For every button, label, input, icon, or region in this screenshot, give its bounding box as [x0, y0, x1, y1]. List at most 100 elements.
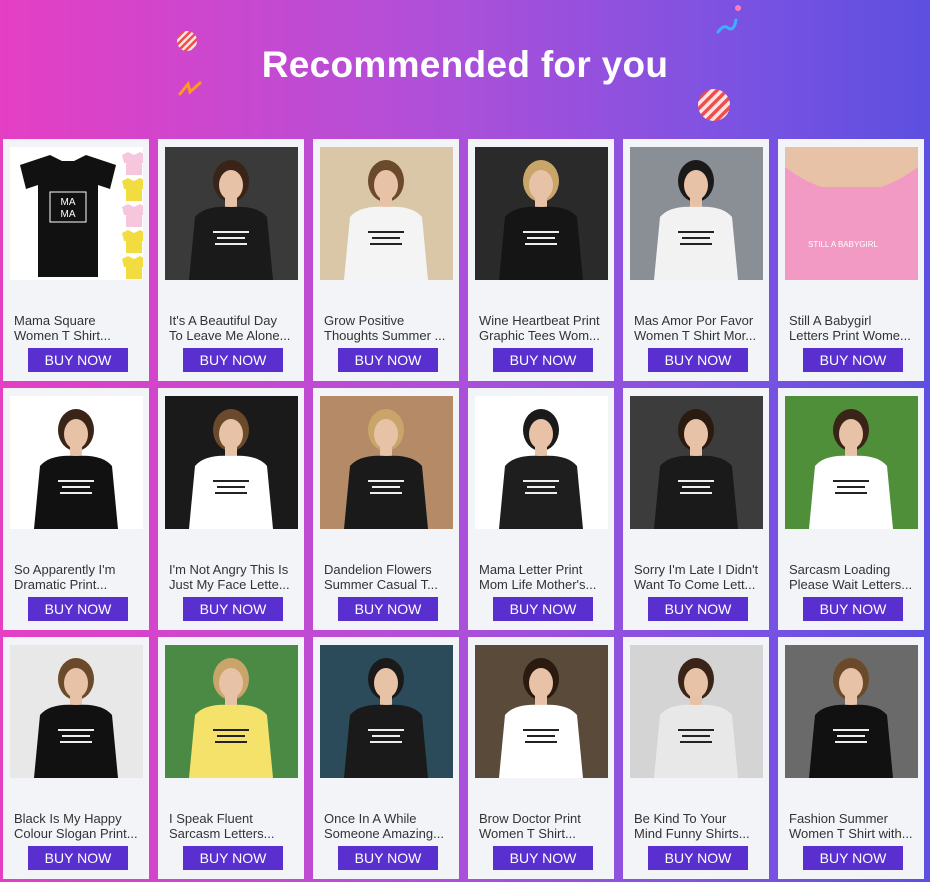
product-image[interactable] [630, 645, 763, 778]
product-image[interactable] [785, 396, 918, 529]
product-image[interactable] [165, 645, 298, 778]
product-card[interactable]: Sarcasm Loading Please Wait Letters... BUY… [778, 388, 924, 630]
buy-now-button[interactable]: BUY NOW [338, 348, 438, 372]
product-title[interactable]: Sorry I'm Late I Didn't Want To Come Lett… [634, 562, 762, 592]
product-title-line-1: Sorry I'm Late I Didn't [634, 562, 759, 577]
buy-now-button[interactable]: BUY NOW [28, 348, 128, 372]
product-image[interactable] [475, 645, 608, 778]
product-title-line-2: To Leave Me Alone... [169, 328, 291, 343]
product-card[interactable]: Dandelion Flowers Summer Casual T... BUY N… [313, 388, 459, 630]
svg-text:MA: MA [61, 209, 76, 220]
product-title-line-1: Once In A While [324, 811, 417, 826]
product-image[interactable]: MA MA [10, 147, 143, 280]
product-title-line-2: Want To Come Lett... [634, 577, 756, 592]
product-image[interactable] [320, 396, 453, 529]
svg-text:MA: MA [61, 197, 76, 208]
product-card[interactable]: Grow Positive Thoughts Summer ... BUY NOW [313, 139, 459, 381]
product-title-line-2: Mom Life Mother's... [479, 577, 597, 592]
product-title[interactable]: Mas Amor Por Favor Women T Shirt Mor... [634, 313, 762, 343]
product-card[interactable]: Mama Letter Print Mom Life Mother's... BUY… [468, 388, 614, 630]
product-title-line-2: Women T Shirt with... [789, 826, 913, 841]
product-title-line-1: Sarcasm Loading [789, 562, 891, 577]
buy-now-button[interactable]: BUY NOW [803, 348, 903, 372]
product-title-line-1: Grow Positive [324, 313, 405, 328]
product-title[interactable]: It's A Beautiful Day To Leave Me Alone... [169, 313, 297, 343]
product-card[interactable]: Be Kind To Your Mind Funny Shirts... BUY N… [623, 637, 769, 879]
product-title-line-2: Thoughts Summer ... [324, 328, 446, 343]
product-card[interactable]: Sorry I'm Late I Didn't Want To Come Lett… [623, 388, 769, 630]
product-title[interactable]: Be Kind To Your Mind Funny Shirts... [634, 811, 762, 841]
product-card[interactable]: Wine Heartbeat Print Graphic Tees Wom... B… [468, 139, 614, 381]
product-card[interactable]: Brow Doctor Print Women T Shirt... BUY NOW [468, 637, 614, 879]
product-title-line-1: I Speak Fluent [169, 811, 253, 826]
product-card[interactable]: I Speak Fluent Sarcasm Letters... BUY NOW [158, 637, 304, 879]
product-image[interactable] [165, 147, 298, 280]
product-image[interactable] [630, 147, 763, 280]
product-card[interactable]: Black Is My Happy Colour Slogan Print... B… [3, 637, 149, 879]
product-title[interactable]: Wine Heartbeat Print Graphic Tees Wom... [479, 313, 607, 343]
product-image[interactable] [320, 147, 453, 280]
product-title-line-2: Women T Shirt Mor... [634, 328, 757, 343]
product-title-line-1: Fashion Summer [789, 811, 888, 826]
buy-now-button[interactable]: BUY NOW [493, 597, 593, 621]
streamer-icon [178, 80, 202, 96]
buy-now-button[interactable]: BUY NOW [28, 597, 128, 621]
buy-now-button[interactable]: BUY NOW [183, 846, 283, 870]
product-title-line-1: Dandelion Flowers [324, 562, 432, 577]
product-title[interactable]: I'm Not Angry This Is Just My Face Lette.… [169, 562, 297, 592]
product-card[interactable]: Mas Amor Por Favor Women T Shirt Mor... BU… [623, 139, 769, 381]
product-card[interactable]: Once In A While Someone Amazing... BUY NOW [313, 637, 459, 879]
product-title-line-2: Someone Amazing... [324, 826, 444, 841]
product-title[interactable]: I Speak Fluent Sarcasm Letters... [169, 811, 297, 841]
product-title-line-1: Mas Amor Por Favor [634, 313, 754, 328]
product-image[interactable] [785, 645, 918, 778]
product-title-line-1: Wine Heartbeat Print [479, 313, 600, 328]
product-image[interactable] [10, 645, 143, 778]
product-title-line-2: Colour Slogan Print... [14, 826, 138, 841]
product-card[interactable]: STILL A BABYGIRL Still A Babygirl Letters … [778, 139, 924, 381]
product-image[interactable] [320, 645, 453, 778]
buy-now-button[interactable]: BUY NOW [648, 348, 748, 372]
striped-ball-icon [698, 89, 730, 121]
product-image[interactable] [10, 396, 143, 529]
product-title[interactable]: Brow Doctor Print Women T Shirt... [479, 811, 607, 841]
buy-now-button[interactable]: BUY NOW [338, 597, 438, 621]
product-card[interactable]: Fashion Summer Women T Shirt with... BUY N… [778, 637, 924, 879]
product-image[interactable] [165, 396, 298, 529]
product-card[interactable]: So Apparently I'm Dramatic Print... BUY NO… [3, 388, 149, 630]
product-title-line-2: Women T Shirt... [14, 328, 111, 343]
product-title[interactable]: Grow Positive Thoughts Summer ... [324, 313, 452, 343]
buy-now-button[interactable]: BUY NOW [493, 348, 593, 372]
product-title[interactable]: Mama Letter Print Mom Life Mother's... [479, 562, 607, 592]
product-title[interactable]: So Apparently I'm Dramatic Print... [14, 562, 142, 592]
buy-now-button[interactable]: BUY NOW [183, 597, 283, 621]
buy-now-button[interactable]: BUY NOW [648, 597, 748, 621]
buy-now-button[interactable]: BUY NOW [28, 846, 128, 870]
product-title[interactable]: Once In A While Someone Amazing... [324, 811, 452, 841]
buy-now-button[interactable]: BUY NOW [493, 846, 593, 870]
product-image[interactable] [630, 396, 763, 529]
product-title-line-2: Mind Funny Shirts... [634, 826, 750, 841]
product-title[interactable]: Sarcasm Loading Please Wait Letters... [789, 562, 917, 592]
product-image[interactable]: STILL A BABYGIRL [785, 147, 918, 280]
product-title-line-1: It's A Beautiful Day [169, 313, 277, 328]
product-image[interactable] [475, 147, 608, 280]
product-title[interactable]: Dandelion Flowers Summer Casual T... [324, 562, 452, 592]
striped-ball-icon [177, 31, 197, 51]
buy-now-button[interactable]: BUY NOW [183, 348, 283, 372]
product-title[interactable]: Fashion Summer Women T Shirt with... [789, 811, 917, 841]
product-title-line-1: Black Is My Happy [14, 811, 122, 826]
product-title[interactable]: Still A Babygirl Letters Print Wome... [789, 313, 917, 343]
buy-now-button[interactable]: BUY NOW [803, 597, 903, 621]
banner-title: Recommended for you [261, 44, 669, 85]
buy-now-button[interactable]: BUY NOW [803, 846, 903, 870]
product-card[interactable]: It's A Beautiful Day To Leave Me Alone...… [158, 139, 304, 381]
product-card[interactable]: MA MA Mama Square Women T Shirt... BUY NOW [3, 139, 149, 381]
buy-now-button[interactable]: BUY NOW [338, 846, 438, 870]
buy-now-button[interactable]: BUY NOW [648, 846, 748, 870]
product-title[interactable]: Black Is My Happy Colour Slogan Print... [14, 811, 142, 841]
product-title[interactable]: Mama Square Women T Shirt... [14, 313, 142, 343]
product-image[interactable] [475, 396, 608, 529]
product-title-line-2: Please Wait Letters... [789, 577, 913, 592]
product-card[interactable]: I'm Not Angry This Is Just My Face Lette.… [158, 388, 304, 630]
